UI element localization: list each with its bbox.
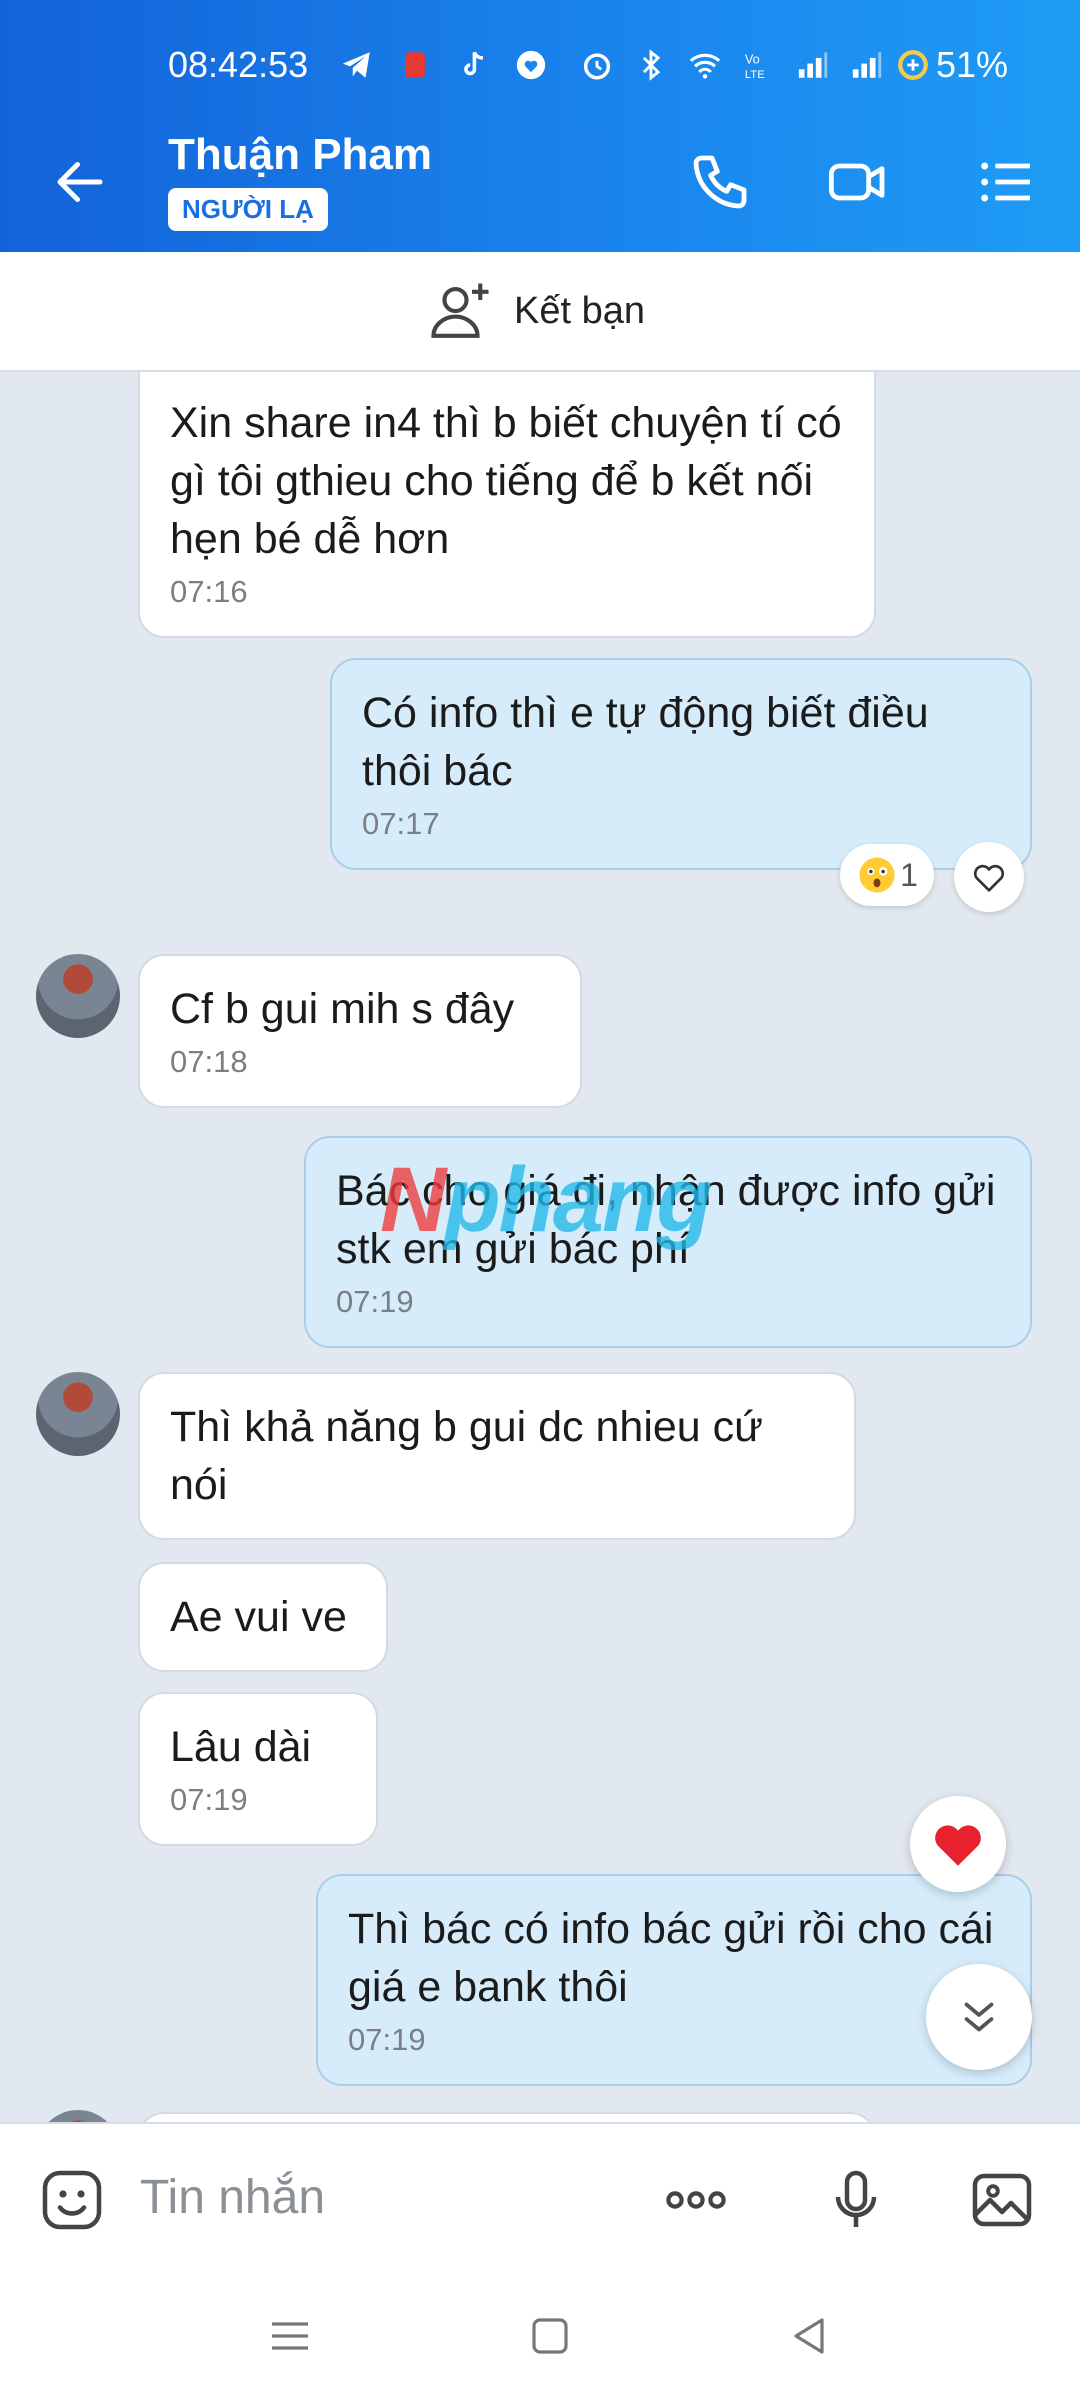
chat-header: Thuận Pham NGƯỜI LẠ <box>0 108 1080 252</box>
avatar[interactable] <box>36 954 120 1038</box>
scroll-to-bottom-button[interactable] <box>926 1964 1032 2070</box>
telegram-icon <box>342 52 370 78</box>
heart-badge-icon <box>516 50 546 80</box>
message-bubble-incoming[interactable]: Lâu dài 07:19 <box>138 1692 378 1846</box>
volte-icon: Vo LTE <box>745 52 765 81</box>
message-text: Ae vui ve <box>170 1593 347 1641</box>
bluetooth-icon <box>642 49 661 81</box>
message-bubble-outgoing[interactable]: Có info thì e tự động biết điều thôi bác… <box>330 658 1032 870</box>
stranger-badge: NGƯỜI LẠ <box>168 188 328 231</box>
svg-text:Vo: Vo <box>745 52 760 67</box>
status-bar: 08:42:53 Vo LTE 51% <box>0 0 1080 108</box>
microphone-icon[interactable] <box>820 2164 892 2236</box>
add-friend-bar[interactable]: Kết bạn <box>0 252 1080 372</box>
message-text: Cf b gui mih s đây <box>170 985 515 1033</box>
recent-apps-icon[interactable] <box>266 2312 314 2360</box>
message-time: 07:19 <box>336 1284 414 1319</box>
signal-icon <box>798 52 828 78</box>
gallery-image-icon[interactable] <box>966 2164 1038 2236</box>
heart-reaction-button[interactable] <box>910 1796 1006 1892</box>
watermark: Nphang <box>380 1149 712 1251</box>
red-heart-icon <box>935 1825 981 1866</box>
reaction-summary[interactable]: 1 <box>840 844 934 906</box>
video-call-icon[interactable] <box>826 150 890 214</box>
battery-percent: 51% <box>936 44 1009 85</box>
emoji-sticker-icon[interactable] <box>36 2164 108 2236</box>
message-time: 07:19 <box>348 2022 426 2057</box>
reaction-count: 1 <box>900 856 918 893</box>
notification-icons <box>340 48 548 82</box>
app-notification-icon <box>405 52 425 78</box>
message-bubble-incoming[interactable]: Cf b gui mih s đây 07:18 <box>138 954 582 1108</box>
message-input[interactable]: Tin nhắn <box>140 2170 325 2225</box>
battery-saver-icon <box>898 50 928 80</box>
add-friend-label: Kết bạn <box>514 289 645 332</box>
message-time: 07:19 <box>170 1782 248 1817</box>
alarm-icon <box>583 53 611 80</box>
wifi-icon <box>689 53 721 79</box>
back-nav-icon[interactable] <box>784 2312 832 2360</box>
phone-call-icon[interactable] <box>688 150 752 214</box>
message-text: Lâu dài <box>170 1723 312 1771</box>
message-bubble-outgoing[interactable]: Thì bác có info bác gửi rồi cho cái giá … <box>316 1874 1032 2086</box>
avatar[interactable] <box>36 2110 120 2122</box>
message-text: Xin share in4 thì b biết chuyện tí có gì… <box>170 399 842 563</box>
message-bubble-incoming[interactable]: Thì khả năng b gui dc nhieu cứ nói <box>138 1372 856 1540</box>
message-time: 07:17 <box>362 806 440 841</box>
svg-text:LTE: LTE <box>745 69 765 81</box>
message-text: Thì bác có info bác gửi rồi cho cái giá … <box>348 1905 994 2011</box>
heart-outline-icon <box>973 864 1005 892</box>
avatar[interactable] <box>36 1372 120 1456</box>
signal-2-icon <box>852 52 882 78</box>
system-nav-bar <box>0 2272 1080 2400</box>
back-arrow-icon[interactable] <box>50 152 110 212</box>
message-bubble-incoming[interactable]: Ae vui ve <box>138 1562 388 1672</box>
more-options-icon[interactable] <box>660 2164 732 2236</box>
tiktok-icon <box>464 51 483 76</box>
add-friend-icon <box>431 283 489 338</box>
react-heart-button[interactable] <box>954 842 1024 912</box>
home-icon[interactable] <box>526 2312 574 2360</box>
message-time: 07:16 <box>170 574 248 609</box>
message-text: Thì khả năng b gui dc nhieu cứ nói <box>170 1403 763 1509</box>
message-bubble-incoming[interactable] <box>138 2112 876 2122</box>
battery-indicator: 51% <box>896 44 1008 86</box>
message-time: 07:18 <box>170 1044 248 1079</box>
contact-name[interactable]: Thuận Pham <box>168 130 432 180</box>
status-time: 08:42:53 <box>168 44 309 85</box>
double-chevron-down-icon <box>964 2002 994 2032</box>
message-input-bar: Tin nhắn <box>0 2122 1080 2272</box>
message-text: Có info thì e tự động biết điều thôi bác <box>362 689 929 795</box>
menu-list-icon[interactable] <box>974 150 1038 214</box>
system-icons: Vo LTE <box>580 48 884 82</box>
surprised-emoji-icon <box>859 857 895 893</box>
message-bubble-incoming[interactable]: Xin share in4 thì b biết chuyện tí có gì… <box>138 372 876 638</box>
